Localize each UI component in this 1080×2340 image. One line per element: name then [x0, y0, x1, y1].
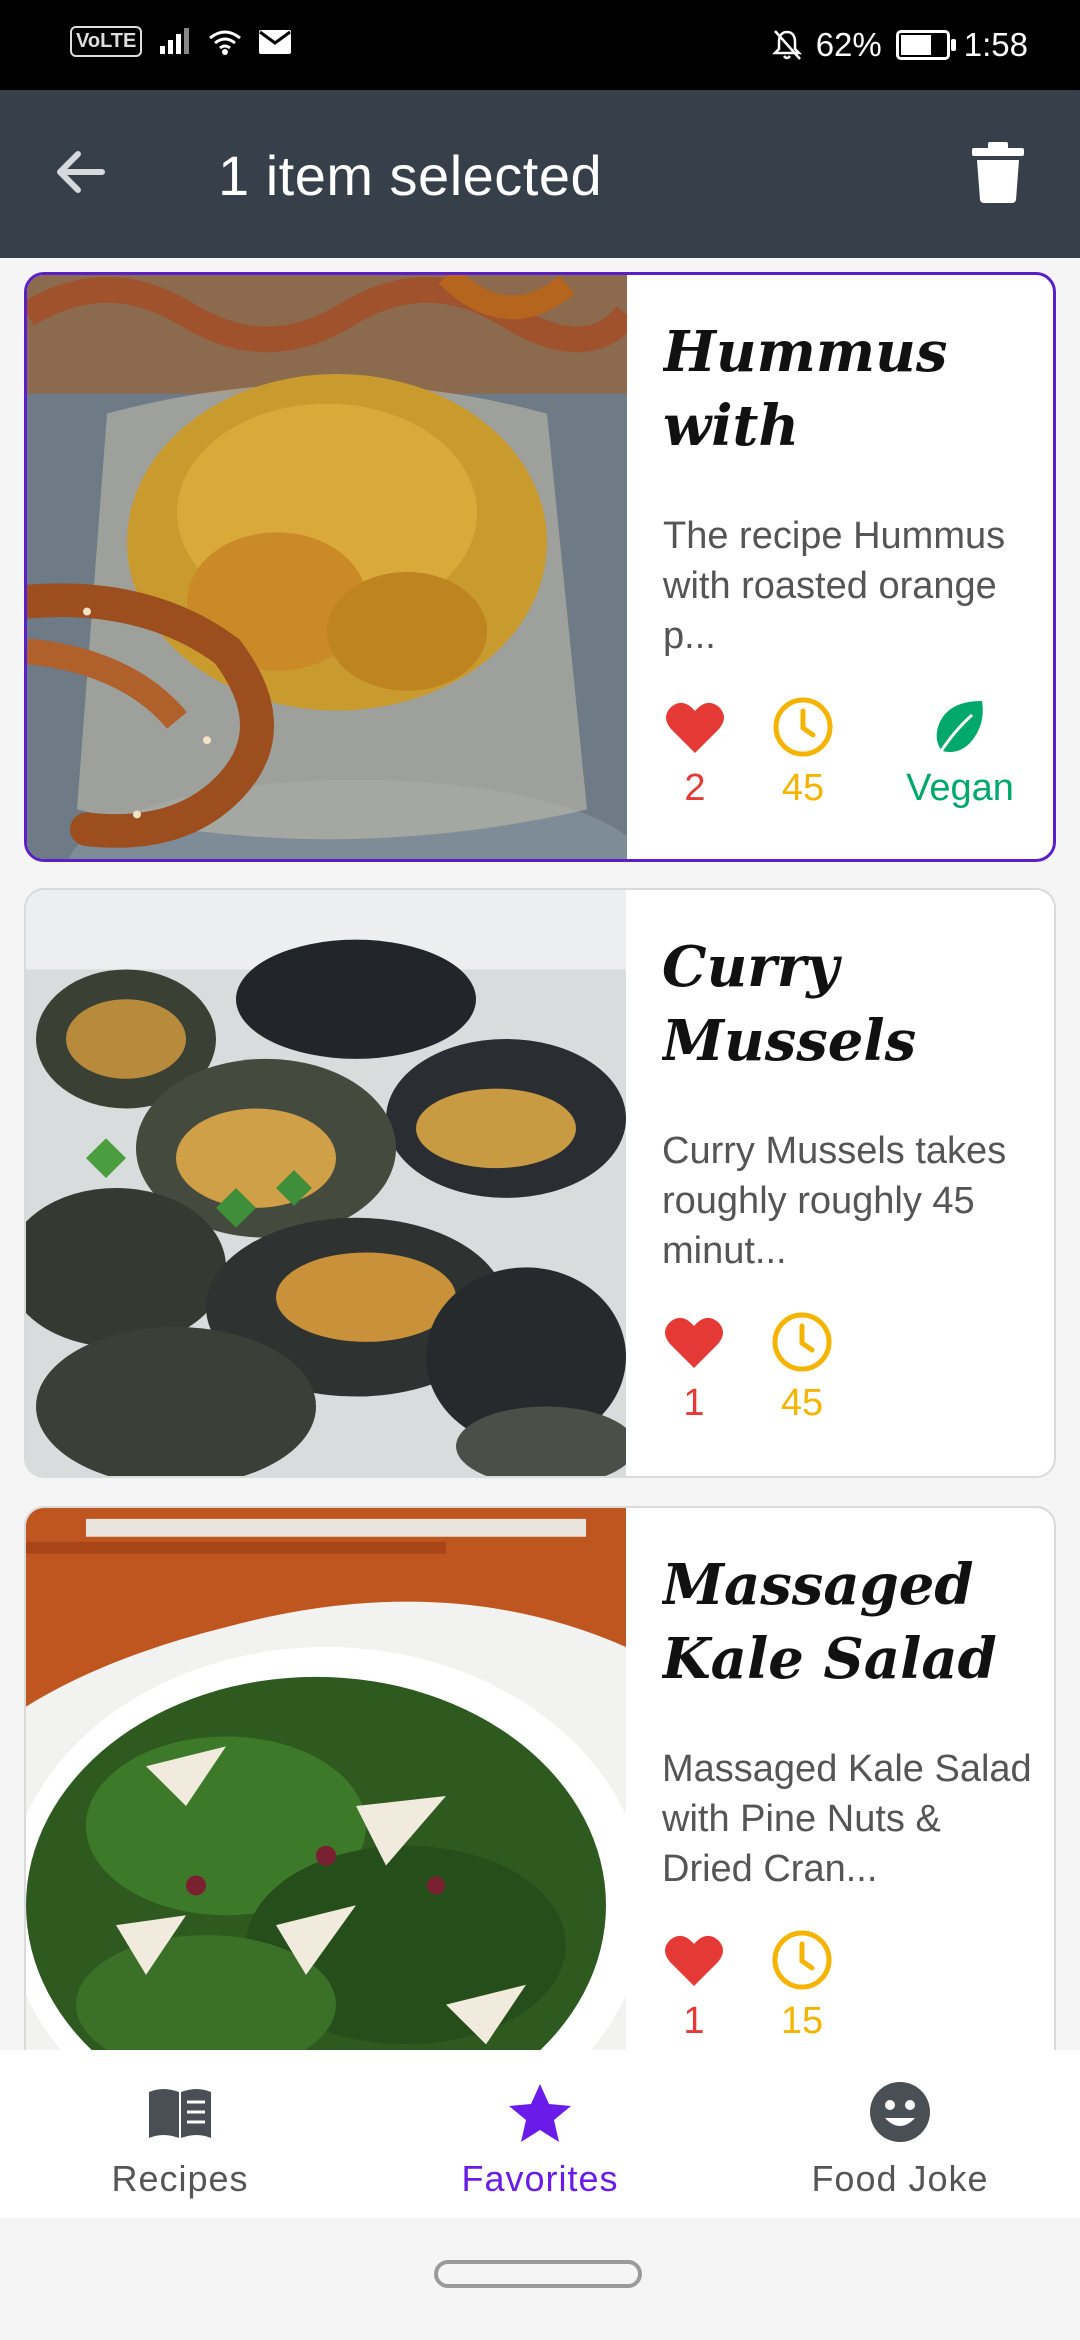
minutes-count: 45: [781, 767, 825, 809]
delete-icon[interactable]: [968, 140, 1028, 204]
recipe-stats: 2 45 Vegan: [645, 695, 1045, 835]
action-toolbar: 1 item selected: [0, 90, 1080, 258]
heart-icon: [665, 1935, 723, 1986]
time-stat: 45: [752, 1310, 852, 1425]
bell-muted-icon: [771, 30, 802, 60]
leaf-icon: [936, 701, 983, 754]
bottom-navigation: Recipes Favorites Food Joke: [0, 2050, 1080, 2218]
clock-icon: [772, 1930, 832, 1990]
recipe-card-body: Hummus with roaste... The recipe Hummus …: [627, 275, 1053, 859]
recipe-stats: 1 45: [644, 1310, 1044, 1450]
likes-count: 2: [684, 767, 706, 809]
hummus-photo: [27, 275, 627, 859]
recipe-title: Curry Mussels: [662, 934, 917, 1074]
favorites-list[interactable]: Hummus with roaste... The recipe Hummus …: [0, 258, 1080, 2050]
home-gesture-bar[interactable]: [434, 2260, 642, 2288]
minutes-count: 45: [780, 1382, 824, 1424]
star-icon: [509, 2084, 571, 2142]
recipe-card-body: Massaged Kale Salad ... Massaged Kale Sa…: [626, 1508, 1054, 2050]
nav-label: Food Joke: [811, 2158, 989, 2199]
recipe-stats: 1 15: [644, 1928, 1044, 2050]
likes-stat: 1: [644, 1310, 744, 1425]
heart-icon: [665, 1317, 723, 1368]
gesture-area: [0, 2218, 1080, 2340]
likes-stat: 2: [645, 695, 745, 810]
recipe-description: Curry Mussels takes roughly roughly 45 m…: [662, 1130, 1007, 1272]
wifi-icon: [209, 30, 242, 55]
nav-food-joke[interactable]: Food Joke: [720, 2080, 1080, 2200]
vegan-stat: Vegan: [885, 695, 1035, 810]
battery-percent: 62%: [815, 26, 882, 63]
recipe-description: The recipe Hummus with roasted orange p.…: [663, 515, 1006, 657]
signal-icon: [160, 27, 190, 54]
mussels-photo: [26, 890, 626, 1476]
recipe-title: Hummus with roaste...: [663, 319, 948, 459]
recipe-card-body: Curry Mussels Curry Mussels takes roughl…: [626, 890, 1054, 1476]
book-icon: [149, 2089, 211, 2138]
selection-title: 1 item selected: [218, 144, 603, 207]
recipe-description: Massaged Kale Salad with Pine Nuts & Dri…: [662, 1748, 1032, 1890]
likes-count: 1: [683, 1382, 705, 1424]
clock: 1:58: [963, 26, 1028, 63]
mail-icon: [259, 29, 292, 54]
status-left: VoLTE: [70, 26, 292, 57]
recipe-title: Massaged Kale Salad ...: [662, 1552, 997, 1692]
battery-icon: [895, 30, 956, 60]
smiley-icon: [870, 2082, 930, 2142]
clock-icon: [772, 1312, 832, 1372]
clock-icon: [773, 697, 833, 757]
recipe-card[interactable]: Curry Mussels Curry Mussels takes roughl…: [24, 888, 1056, 1478]
kale-salad-photo: [26, 1508, 626, 2050]
nav-label: Recipes: [111, 2158, 249, 2199]
likes-count: 1: [683, 2000, 705, 2042]
nav-favorites[interactable]: Favorites: [360, 2080, 720, 2200]
vegan-label: Vegan: [906, 767, 1014, 809]
volte-badge: VoLTE: [70, 26, 143, 57]
status-right: 62% 1:58: [771, 26, 1028, 64]
heart-icon: [666, 702, 724, 753]
nav-recipes[interactable]: Recipes: [0, 2080, 360, 2200]
back-arrow-icon[interactable]: [48, 140, 112, 204]
status-bar: VoLTE 62% 1:58: [0, 0, 1080, 90]
recipe-card[interactable]: Massaged Kale Salad ... Massaged Kale Sa…: [24, 1506, 1056, 2050]
likes-stat: 1: [644, 1928, 744, 2043]
recipe-card[interactable]: Hummus with roaste... The recipe Hummus …: [24, 272, 1056, 862]
time-stat: 15: [752, 1928, 852, 2043]
time-stat: 45: [753, 695, 853, 810]
nav-label: Favorites: [461, 2158, 619, 2199]
battery-fill: [900, 35, 931, 55]
minutes-count: 15: [780, 2000, 824, 2042]
